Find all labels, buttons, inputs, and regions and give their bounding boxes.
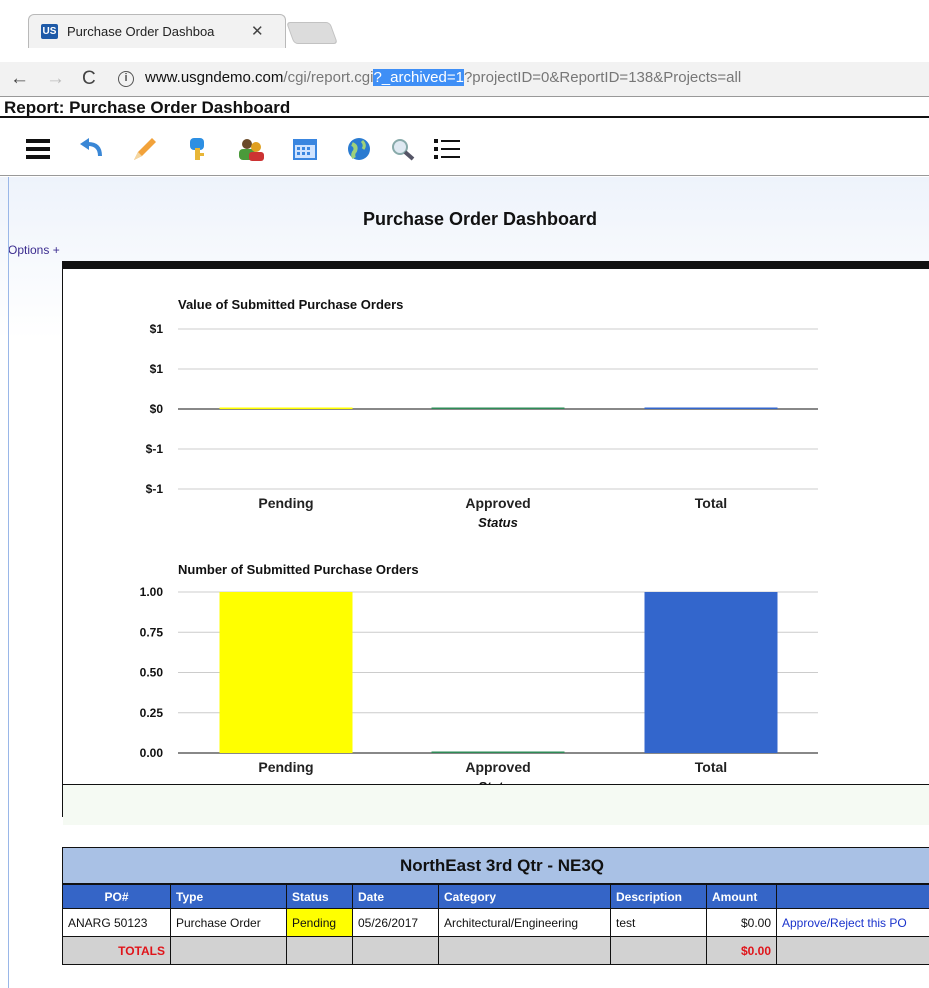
chart1-bar-approved: [431, 407, 565, 409]
url-path: /cgi/report.cgi: [283, 69, 374, 86]
charts-area: Value of Submitted Purchase Orders $1 $1 $0…: [140, 297, 818, 784]
chart2-ytick-label: 0.25: [140, 706, 164, 720]
tab-strip: US Purchase Order Dashboa ✕: [0, 0, 929, 62]
report-header: Report: Purchase Order Dashboard: [0, 96, 929, 118]
totals-empty: [438, 936, 611, 965]
chart1-bar-pending: [219, 407, 353, 409]
chart2-ytick-label: 0.75: [140, 625, 164, 639]
cell-status: Pending: [286, 908, 353, 937]
chart2-xtick-label: Pending: [258, 759, 313, 775]
menu-icon[interactable]: [24, 136, 54, 162]
totals-empty: [286, 936, 353, 965]
url-field[interactable]: www.usgndemo.com/cgi/report.cgi?_archive…: [145, 69, 741, 86]
page-left-border: [8, 177, 9, 988]
table-header-row: PO# Type Status Date Category Descriptio…: [62, 884, 929, 909]
header-date[interactable]: Date: [352, 884, 439, 909]
table-row: ANARG 50123 Purchase Order Pending 05/26…: [62, 908, 929, 937]
approve-reject-link[interactable]: Approve/Reject this PO: [776, 908, 929, 937]
chart2-bar-total: [644, 592, 778, 753]
forward-arrow-icon[interactable]: →: [46, 68, 65, 90]
cell-description: test: [610, 908, 707, 937]
chart1-xlabel: Status: [478, 515, 518, 530]
dashboard-title: Purchase Order Dashboard: [362, 209, 598, 229]
chart2-ytick-label: 0.50: [140, 666, 164, 680]
totals-empty: [352, 936, 439, 965]
totals-empty: [170, 936, 287, 965]
close-tab-icon[interactable]: ✕: [251, 22, 264, 40]
po-table-section: NorthEast 3rd Qtr - NE3Q PO# Type Status…: [62, 847, 929, 965]
url-domain: www.usgndemo.com: [145, 69, 284, 86]
dashboard-panel: Value of Submitted Purchase Orders $1 $1 $0…: [62, 261, 929, 825]
totals-amount: $0.00: [706, 936, 777, 965]
chart2-xtick-label: Total: [695, 759, 727, 775]
header-category[interactable]: Category: [438, 884, 611, 909]
tab-title: Purchase Order Dashboa: [67, 24, 215, 39]
calendar-icon[interactable]: [290, 136, 320, 162]
table-title: NorthEast 3rd Qtr - NE3Q: [62, 847, 929, 884]
cell-category: Architectural/Engineering: [438, 908, 611, 937]
chart1-ytick-label: $-1: [146, 442, 164, 456]
totals-row: TOTALS $0.00: [62, 936, 929, 965]
header-amount[interactable]: Amount: [706, 884, 777, 909]
report-title: Report: Purchase Order Dashboard: [4, 98, 291, 117]
undo-icon[interactable]: [78, 136, 108, 162]
info-icon[interactable]: i: [118, 71, 134, 87]
toolbar: [0, 120, 929, 176]
chart1-ytick-label: $1: [150, 362, 164, 376]
cell-date: 05/26/2017: [352, 908, 439, 937]
totals-empty: [610, 936, 707, 965]
header-description[interactable]: Description: [610, 884, 707, 909]
header-type[interactable]: Type: [170, 884, 287, 909]
totals-empty: [776, 936, 929, 965]
chart2-title: Number of Submitted Purchase Orders: [178, 562, 419, 577]
cell-type: Purchase Order: [170, 908, 287, 937]
pencil-icon[interactable]: [130, 136, 160, 162]
panel-footer: [63, 785, 929, 825]
site-favicon-icon: US: [41, 24, 58, 39]
globe-icon[interactable]: [344, 136, 374, 162]
browser-chrome: US Purchase Order Dashboa ✕ ← → C i www.…: [0, 0, 929, 96]
header-action: [776, 884, 929, 909]
chart1-title: Value of Submitted Purchase Orders: [178, 297, 403, 312]
chart1-xtick-label: Approved: [465, 495, 530, 511]
chart1-bar-total: [644, 407, 778, 409]
address-bar: ← → C i www.usgndemo.com/cgi/report.cgi?…: [0, 62, 929, 96]
back-arrow-icon[interactable]: ←: [10, 68, 29, 90]
search-icon[interactable]: [388, 136, 418, 162]
cell-po: ANARG 50123: [62, 908, 171, 937]
cell-amount: $0.00: [706, 908, 777, 937]
chart1-xtick-label: Pending: [258, 495, 313, 511]
chart2-bar-pending: [219, 592, 353, 753]
options-toggle[interactable]: Options +: [8, 243, 60, 257]
users-icon[interactable]: [236, 136, 266, 162]
url-highlight: ?_archived=1: [373, 69, 464, 86]
list-icon[interactable]: [432, 136, 462, 162]
report-content: Purchase Order Dashboard Options + Value…: [0, 177, 929, 988]
header-po[interactable]: PO#: [62, 884, 171, 909]
header-status[interactable]: Status: [286, 884, 353, 909]
po-table: PO# Type Status Date Category Descriptio…: [62, 884, 929, 965]
chart2-ytick-label: 0.00: [140, 746, 164, 760]
chart1-ytick-label: $0: [150, 402, 164, 416]
totals-label: TOTALS: [62, 936, 171, 965]
chart1-ytick-label: $1: [150, 322, 164, 336]
chart2-ytick-label: 1.00: [140, 585, 164, 599]
chart2-xtick-label: Approved: [465, 759, 530, 775]
chart2-bar-approved: [431, 751, 565, 753]
url-query: ?projectID=0&ReportID=138&Projects=all: [463, 69, 742, 86]
chart1-xtick-label: Total: [695, 495, 727, 511]
browser-tab[interactable]: US Purchase Order Dashboa ✕: [28, 14, 286, 48]
reload-icon[interactable]: C: [82, 68, 96, 90]
chart1-ytick-label: $-1: [146, 482, 164, 496]
new-tab-button[interactable]: [285, 22, 339, 44]
key-icon[interactable]: [182, 136, 212, 162]
